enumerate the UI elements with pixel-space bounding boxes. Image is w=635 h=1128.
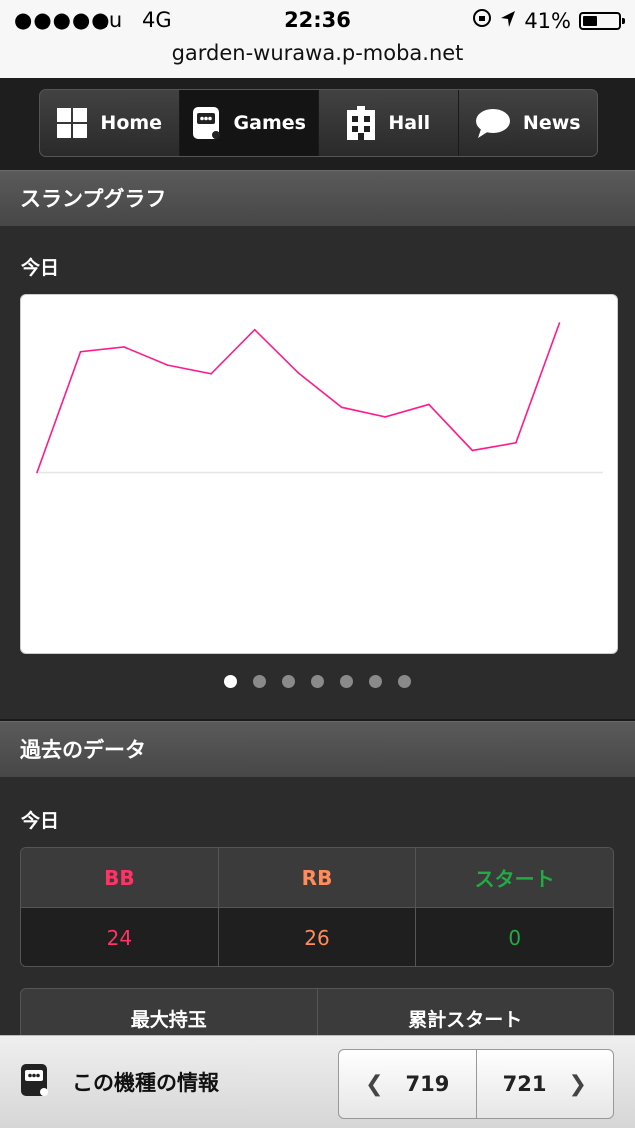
pager-dot[interactable]: [282, 675, 295, 688]
battery-icon: [579, 11, 625, 30]
prev-machine-number: 719: [405, 1072, 450, 1096]
machine-info-link[interactable]: この機種の情報: [20, 1036, 219, 1128]
slump-graph-header: スランプグラフ: [0, 170, 635, 226]
pager-dot[interactable]: [398, 675, 411, 688]
pager-dot[interactable]: [340, 675, 353, 688]
next-machine-button[interactable]: 721 ❯: [477, 1050, 614, 1118]
slump-chart-svg: [36, 322, 603, 474]
slump-point: [340, 406, 343, 409]
battery-percent: 41%: [524, 8, 571, 33]
chevron-left-icon: ❮: [365, 1071, 384, 1097]
slump-point: [515, 441, 517, 444]
stats-header-row: BB RB スタート: [21, 848, 613, 908]
nav-item-hall[interactable]: Hall: [319, 90, 459, 156]
nav-label: News: [522, 112, 581, 134]
slump-point: [253, 328, 256, 331]
nav-label: Hall: [388, 112, 431, 134]
slump-point: [166, 364, 169, 366]
pager-dot[interactable]: [224, 675, 237, 688]
address-bar[interactable]: garden-wurawa.p-moba.net: [0, 41, 635, 65]
slump-period-label: 今日: [21, 257, 60, 279]
stats-value-start: 0: [508, 925, 522, 950]
past-data-header: 過去のデータ: [0, 721, 635, 777]
nav-label: Home: [100, 112, 163, 134]
slump-point: [123, 346, 125, 348]
nav-item-home[interactable]: Home: [40, 90, 180, 156]
location-arrow-icon: [500, 9, 516, 33]
stats-header-start: スタート: [474, 867, 555, 891]
slump-point: [36, 471, 38, 474]
speech-bubble-icon: [475, 107, 511, 139]
chevron-right-icon: ❯: [568, 1071, 587, 1097]
machine-info-label: この機種の情報: [72, 1071, 219, 1095]
stats-header-rb: RB: [219, 848, 417, 907]
past-period-label: 今日: [21, 810, 60, 832]
slump-chart[interactable]: [20, 294, 618, 654]
prev-machine-button[interactable]: ❮ 719: [339, 1050, 477, 1118]
pager-dot[interactable]: [311, 675, 324, 688]
nav-bar: Home Games Hall News: [0, 78, 635, 170]
stats-header-bb: BB: [21, 848, 219, 907]
nav-item-games[interactable]: Games: [179, 90, 319, 156]
chart-pager-dots[interactable]: [0, 675, 635, 688]
pager-dot[interactable]: [253, 675, 266, 688]
slump-point: [79, 350, 82, 353]
machine-pager: ❮ 719 721 ❯: [338, 1049, 614, 1119]
battery-fill: [583, 15, 597, 26]
status-bar: ●●●●● au 4G 22:36 41% garden-wurawa.p-mo…: [0, 0, 635, 78]
stats-value-bb: 24: [21, 908, 219, 966]
slot-machine-icon: [20, 1063, 50, 1102]
slump-point: [471, 449, 474, 452]
slump-point: [384, 416, 387, 418]
bottom-bar: この機種の情報 ❮ 719 721 ❯: [0, 1035, 635, 1128]
nav-label: Games: [233, 112, 306, 134]
pager-dot[interactable]: [369, 675, 382, 688]
stats-value-row: 24 26 0: [21, 908, 613, 966]
stats-table: BB RB スタート 24 26 0: [20, 847, 614, 967]
rotation-lock-icon: [472, 8, 492, 33]
building-icon: [346, 106, 376, 140]
slot-machine-icon: [192, 106, 222, 140]
slump-point: [558, 322, 561, 324]
nav-tabs: Home Games Hall News: [39, 89, 598, 157]
slump-line: [36, 322, 561, 473]
slump-point: [297, 372, 300, 374]
stats-value-rb: 26: [219, 908, 417, 966]
grid-icon: [56, 107, 88, 139]
nav-item-news[interactable]: News: [459, 90, 598, 156]
slump-point: [428, 403, 430, 406]
slump-point: [210, 372, 212, 375]
next-machine-number: 721: [502, 1072, 547, 1096]
